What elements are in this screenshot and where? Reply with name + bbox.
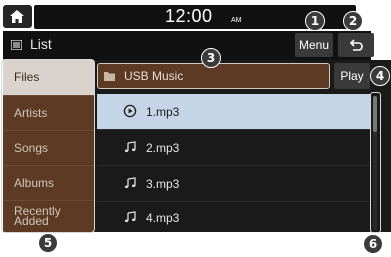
folder-icon <box>104 72 115 81</box>
back-arrow-icon <box>350 39 363 51</box>
file-row-3[interactable]: 3.mp3 <box>97 166 370 201</box>
music-note-icon <box>124 141 136 153</box>
file-row-2[interactable]: 2.mp3 <box>97 130 370 165</box>
page-title: List <box>30 36 52 52</box>
sidebar-outline <box>1 59 95 233</box>
callout-2: 2 <box>343 11 363 31</box>
clock-ampm: AM <box>231 17 242 24</box>
music-note-icon <box>124 211 136 223</box>
file-name: 1.mp3 <box>146 105 180 119</box>
back-button[interactable] <box>338 33 374 57</box>
file-row-4[interactable]: 4.mp3 <box>97 200 370 235</box>
file-name: 4.mp3 <box>146 211 180 225</box>
home-icon <box>10 10 24 23</box>
callout-5: 5 <box>38 233 58 253</box>
clock-time: 12:00 <box>165 6 213 26</box>
music-list-screen: 12:00 AM List Menu Files Artists Songs A… <box>0 0 391 257</box>
file-name: 3.mp3 <box>146 177 180 191</box>
folder-name: USB Music <box>124 69 184 83</box>
callout-3: 3 <box>201 48 221 68</box>
callout-1: 1 <box>305 11 325 31</box>
list-icon <box>11 40 22 50</box>
play-circle-icon <box>123 104 137 118</box>
music-note-icon <box>124 177 136 189</box>
callout-4: 4 <box>370 66 390 86</box>
home-button[interactable] <box>3 5 32 28</box>
play-button[interactable]: Play <box>334 63 370 89</box>
menu-button[interactable]: Menu <box>295 33 333 57</box>
file-name: 2.mp3 <box>146 141 180 155</box>
callout-6: 6 <box>363 234 383 254</box>
file-row-1[interactable]: 1.mp3 <box>97 94 370 129</box>
scrollbar-outline <box>370 92 381 233</box>
